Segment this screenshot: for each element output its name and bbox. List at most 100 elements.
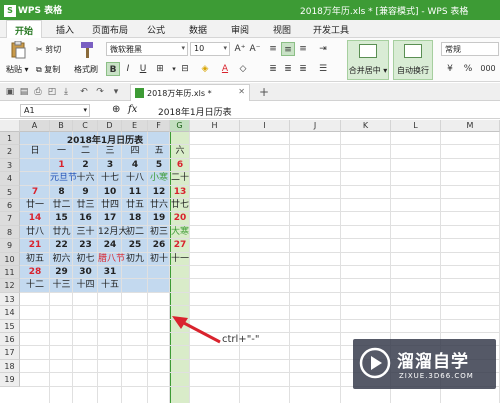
row-header-9[interactable]: 9 — [0, 239, 20, 253]
date-cell[interactable]: 31 — [98, 266, 122, 279]
row-header-13[interactable]: 13 — [0, 292, 20, 307]
redo-icon[interactable]: ↷ — [94, 86, 106, 98]
fill-color-icon[interactable]: ◈ — [198, 62, 212, 76]
tab-page-layout[interactable]: 页面布局 — [92, 23, 128, 36]
zoom-icon[interactable]: ⊕ — [112, 104, 120, 115]
date-cell[interactable]: 7 — [20, 186, 50, 199]
lunar-cell[interactable]: 十六 — [73, 172, 98, 185]
undo-icon[interactable]: ↶ — [78, 86, 90, 98]
lunar-cell[interactable]: 廿五 — [122, 199, 148, 212]
tab-data[interactable]: 数据 — [189, 23, 207, 36]
document-tab[interactable]: 2018万年历.xls * ✕ — [130, 84, 250, 101]
date-cell[interactable]: 24 — [98, 239, 122, 252]
weekday-header[interactable]: 五 — [148, 145, 170, 158]
date-cell[interactable]: 19 — [148, 212, 170, 225]
date-cell[interactable]: 8 — [50, 186, 73, 199]
row-header-7[interactable]: 7 — [0, 212, 20, 226]
date-cell[interactable]: 16 — [73, 212, 98, 225]
row-header-19[interactable]: 19 — [0, 373, 20, 387]
row-header-8[interactable]: 8 — [0, 225, 20, 240]
tab-developer[interactable]: 开发工具 — [313, 23, 349, 36]
date-cell[interactable]: 12 — [148, 186, 170, 199]
format-painter-icon[interactable] — [78, 41, 96, 58]
date-cell[interactable]: 6 — [170, 159, 190, 172]
row-header-12[interactable]: 12 — [0, 279, 20, 293]
row-header-16[interactable]: 16 — [0, 333, 20, 347]
tab-formulas[interactable]: 公式 — [147, 23, 165, 36]
print-icon[interactable]: ⎙ — [32, 86, 44, 98]
border-icon[interactable]: ⊞ — [153, 62, 167, 76]
column-header-a[interactable]: A — [20, 120, 50, 132]
align-middle-icon[interactable]: ≡ — [281, 42, 295, 56]
align-bottom-icon[interactable]: ≡ — [296, 42, 310, 56]
lunar-cell[interactable]: 十八 — [122, 172, 148, 185]
date-cell[interactable]: 20 — [170, 212, 190, 225]
lunar-cell[interactable]: 廿二 — [50, 199, 73, 212]
column-header-c[interactable]: C — [73, 120, 98, 132]
solar-term-cell[interactable]: 小寒 — [148, 172, 170, 185]
percent-button[interactable]: % — [462, 62, 474, 76]
font-color-icon[interactable]: A — [218, 62, 232, 76]
date-cell[interactable]: 30 — [73, 266, 98, 279]
copy-button[interactable]: ⧉ 复制 — [36, 64, 60, 75]
bold-button[interactable]: B — [106, 62, 120, 76]
lunar-cell[interactable]: 初五 — [20, 253, 50, 266]
date-cell[interactable]: 14 — [20, 212, 50, 225]
thousands-separator-button[interactable]: 000 — [478, 62, 498, 76]
lunar-cell[interactable]: 三十 — [73, 226, 98, 239]
wrap-text-button[interactable]: 自动换行 — [393, 40, 433, 80]
indent-icon[interactable]: ⇥ — [316, 42, 330, 56]
date-cell[interactable]: 22 — [50, 239, 73, 252]
row-header-10[interactable]: 10 — [0, 252, 20, 266]
fx-button[interactable]: fx — [128, 104, 137, 115]
lunar-cell[interactable]: 廿七 — [170, 199, 190, 212]
date-cell[interactable]: 9 — [73, 186, 98, 199]
merge-center-button[interactable]: 合并居中 ▾ — [347, 40, 389, 80]
lunar-cell[interactable]: 十五 — [98, 279, 122, 292]
tab-view[interactable]: 视图 — [273, 23, 291, 36]
lunar-cell[interactable]: 十一 — [170, 253, 190, 266]
tab-home[interactable]: 开始 — [6, 20, 43, 38]
print-preview-icon[interactable]: ◰ — [46, 86, 58, 98]
date-cell[interactable]: 27 — [170, 239, 190, 252]
underline-button[interactable]: U — [136, 62, 150, 76]
lunar-cell[interactable]: 初三 — [148, 226, 170, 239]
row-header-4[interactable]: 4 — [0, 172, 20, 186]
column-header-i[interactable]: I — [240, 120, 290, 132]
align-right-icon[interactable]: ≣ — [296, 62, 310, 76]
lunar-cell[interactable]: 初七 — [73, 253, 98, 266]
dropdown-icon[interactable]: ▾ — [110, 86, 122, 98]
date-cell[interactable]: 17 — [98, 212, 122, 225]
column-header-m[interactable]: M — [441, 120, 500, 132]
italic-button[interactable]: I — [121, 62, 135, 76]
lunar-cell[interactable]: 廿八 — [20, 226, 50, 239]
format-painter-button[interactable]: 格式刷 — [74, 64, 98, 75]
row-header-11[interactable]: 11 — [0, 266, 20, 280]
font-shrink-button[interactable]: A⁻ — [248, 42, 262, 56]
column-header-d[interactable]: D — [98, 120, 122, 132]
date-cell[interactable]: 26 — [148, 239, 170, 252]
clear-format-icon[interactable]: ◇ — [236, 62, 250, 76]
weekday-header[interactable]: 二 — [73, 145, 98, 158]
row-header-14[interactable]: 14 — [0, 306, 20, 320]
tab-review[interactable]: 审阅 — [231, 23, 249, 36]
row-header-5[interactable]: 5 — [0, 185, 20, 199]
name-box[interactable]: A1 ▾ — [20, 104, 90, 117]
row-header-3[interactable]: 3 — [0, 158, 20, 173]
align-center-icon[interactable]: ≣ — [281, 62, 295, 76]
lunar-cell[interactable]: 十四 — [73, 279, 98, 292]
weekday-header[interactable]: 四 — [122, 145, 148, 158]
date-cell[interactable]: 10 — [98, 186, 122, 199]
currency-icon[interactable]: ¥ — [444, 62, 456, 76]
weekday-header[interactable]: 六 — [170, 145, 190, 158]
font-grow-button[interactable]: A⁺ — [233, 42, 247, 56]
lunar-cell[interactable]: 十三 — [50, 279, 73, 292]
date-cell[interactable]: 23 — [73, 239, 98, 252]
lunar-cell[interactable]: 12月大 — [98, 226, 127, 239]
column-header-g[interactable]: G — [170, 120, 190, 132]
festival-cell[interactable]: 腊八节 — [98, 253, 125, 266]
lunar-cell[interactable]: 十二 — [20, 279, 50, 292]
font-size-select[interactable]: 10 ▾ — [190, 42, 230, 56]
align-top-icon[interactable]: ≡ — [266, 42, 280, 56]
number-format-select[interactable]: 常规 — [441, 42, 499, 56]
